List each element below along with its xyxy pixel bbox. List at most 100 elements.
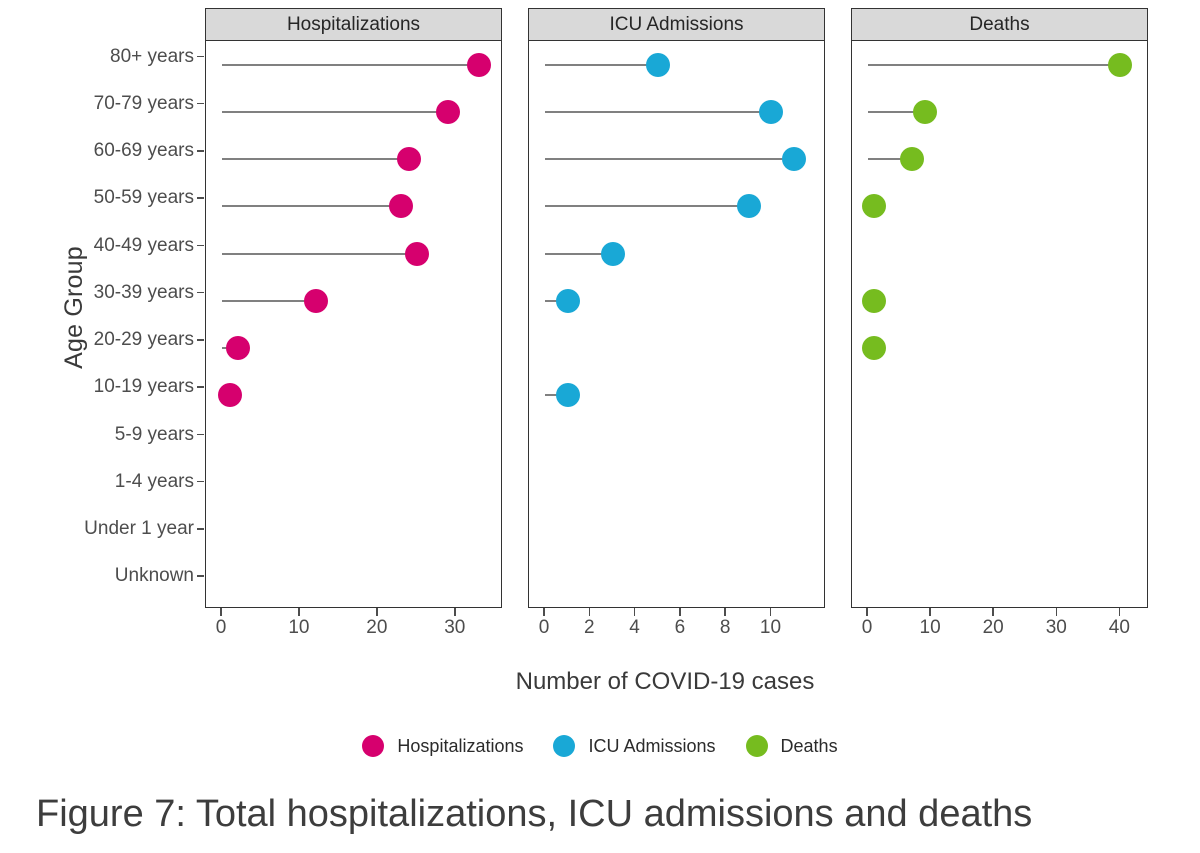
x-axis-tick-label: 4 xyxy=(629,617,640,638)
lollipop-stem xyxy=(545,63,659,66)
x-axis-tick-mark xyxy=(220,608,222,616)
data-point-marker[interactable] xyxy=(862,194,887,219)
x-axis-tick-mark xyxy=(588,608,591,616)
data-point-marker[interactable] xyxy=(467,52,492,77)
y-axis-tick-mark xyxy=(197,339,204,341)
x-axis-tick-mark xyxy=(1055,608,1058,616)
legend-item[interactable]: ICU Admissions xyxy=(553,735,716,757)
x-axis-tick-label: 2 xyxy=(584,617,595,638)
lollipop-stem xyxy=(222,63,480,66)
legend-item-label: ICU Admissions xyxy=(588,735,716,756)
x-axis-tick-label: 20 xyxy=(366,617,388,638)
x-axis-tick-label: 8 xyxy=(719,617,731,638)
data-point-marker[interactable] xyxy=(555,383,580,408)
y-axis-tick-mark xyxy=(197,386,204,388)
data-point-marker[interactable] xyxy=(436,99,461,124)
lollipop-stem xyxy=(868,63,1121,66)
y-axis-tick-mark xyxy=(197,150,204,152)
data-point-marker[interactable] xyxy=(389,194,414,219)
panel-plot-area xyxy=(528,41,825,608)
data-point-marker[interactable] xyxy=(646,52,671,77)
y-axis-tick-label: 20-29 years xyxy=(93,329,194,351)
data-point-marker[interactable] xyxy=(555,288,580,313)
y-axis-tick-label: 80+ years xyxy=(110,45,194,67)
x-axis-tick-mark xyxy=(376,608,378,616)
data-point-marker[interactable] xyxy=(912,99,937,124)
panel-plot-area xyxy=(205,41,502,608)
x-axis-tick-mark xyxy=(633,608,636,616)
x-axis-tick-mark xyxy=(992,608,994,616)
data-point-marker[interactable] xyxy=(759,99,784,124)
y-axis-tick-mark xyxy=(197,244,204,247)
facet-panel-deaths: Deaths xyxy=(851,8,1148,608)
figure-container: Age Group 80+ years 70-79 years 60-69 year… xyxy=(0,0,1200,853)
x-axis-tick-label: 10 xyxy=(288,617,310,638)
y-axis-tick-label: 70-79 years xyxy=(93,92,194,114)
figure-caption: Figure 7: Total hospitalizations, ICU ad… xyxy=(36,793,1033,835)
y-axis-tick-label: 10-19 years xyxy=(93,376,194,398)
x-axis-tick-label: 0 xyxy=(215,617,227,638)
data-point-marker[interactable] xyxy=(225,336,250,361)
x-axis-tick-label: 6 xyxy=(674,617,686,638)
y-axis-tick-label: 30-39 years xyxy=(93,281,194,303)
data-point-marker[interactable] xyxy=(736,194,761,219)
x-axis-2: 0 2 4 6 8 10 xyxy=(528,608,825,642)
data-point-marker[interactable] xyxy=(404,241,429,266)
lollipop-stem xyxy=(222,158,410,161)
data-point-marker[interactable] xyxy=(217,383,242,408)
x-axis-title-text: Number of COVID-19 cases xyxy=(515,668,815,695)
lollipop-stem xyxy=(222,252,417,255)
x-axis-tick-mark xyxy=(1118,608,1121,616)
data-point-marker[interactable] xyxy=(397,147,422,172)
x-axis-tick-mark xyxy=(769,608,772,616)
x-axis-1: 0 10 20 30 xyxy=(205,608,502,642)
legend-item[interactable]: Deaths xyxy=(745,735,838,757)
y-axis-tick-mark xyxy=(197,575,204,577)
y-axis-tick-mark xyxy=(197,480,204,483)
x-axis-tick-label: 40 xyxy=(1108,617,1130,638)
y-axis-tick-mark xyxy=(197,55,204,58)
data-point-marker[interactable] xyxy=(782,147,807,172)
y-axis-tick-mark xyxy=(197,433,204,436)
x-axis-tick-mark xyxy=(454,608,456,616)
x-axis-tick-label: 10 xyxy=(919,617,941,638)
lollipop-stem xyxy=(222,299,316,302)
x-axis-3: 0 10 20 30 40 xyxy=(851,608,1148,642)
x-axis-tick-label: 30 xyxy=(444,617,466,638)
x-axis-tick-mark xyxy=(724,608,726,616)
y-axis-tick-label: 5-9 years xyxy=(114,423,194,445)
x-axis-tick-mark xyxy=(543,608,545,616)
y-axis-tick-label: Under 1 year xyxy=(84,518,194,540)
y-axis-tick-label: 1-4 years xyxy=(114,470,194,492)
data-point-marker[interactable] xyxy=(600,241,625,266)
legend-item-label: Hospitalizations xyxy=(397,735,524,756)
lollipop-stem xyxy=(545,205,749,208)
data-point-marker[interactable] xyxy=(303,288,328,313)
x-axis-tick-mark xyxy=(929,608,931,616)
x-axis-tick-label: 0 xyxy=(538,617,550,638)
x-axis-tick-label: 20 xyxy=(982,617,1004,638)
legend-item-label: Deaths xyxy=(780,735,838,756)
x-axis-tick-mark xyxy=(866,608,868,616)
lollipop-stem xyxy=(545,158,795,161)
data-point-marker[interactable] xyxy=(1108,52,1133,77)
panel-strip-label: ICU Admissions xyxy=(528,8,825,41)
x-axis-tick-label: 30 xyxy=(1045,617,1067,638)
legend-item[interactable]: Hospitalizations xyxy=(362,735,523,757)
y-axis-tick-mark xyxy=(197,528,204,530)
facet-panel-icu-admissions: ICU Admissions xyxy=(528,8,825,608)
lollipop-stem xyxy=(222,110,449,113)
y-axis-tick-labels: 80+ years 70-79 years 60-69 years 50-59 yea… xyxy=(70,36,204,606)
data-point-marker[interactable] xyxy=(862,336,887,361)
panel-plot-area xyxy=(851,41,1148,608)
y-axis-tick-label: Unknown xyxy=(114,565,194,587)
data-point-marker[interactable] xyxy=(900,147,925,172)
x-axis-tick-mark xyxy=(679,608,681,616)
y-axis-tick-label: 50-59 years xyxy=(93,187,194,209)
y-axis-tick-label: 60-69 years xyxy=(93,140,194,162)
x-axis-tick-mark xyxy=(298,608,300,616)
y-axis-tick-label: 40-49 years xyxy=(93,234,194,256)
data-point-marker[interactable] xyxy=(862,288,887,313)
x-axis-tick-label: 0 xyxy=(861,617,873,638)
panel-strip-label: Deaths xyxy=(851,8,1148,41)
